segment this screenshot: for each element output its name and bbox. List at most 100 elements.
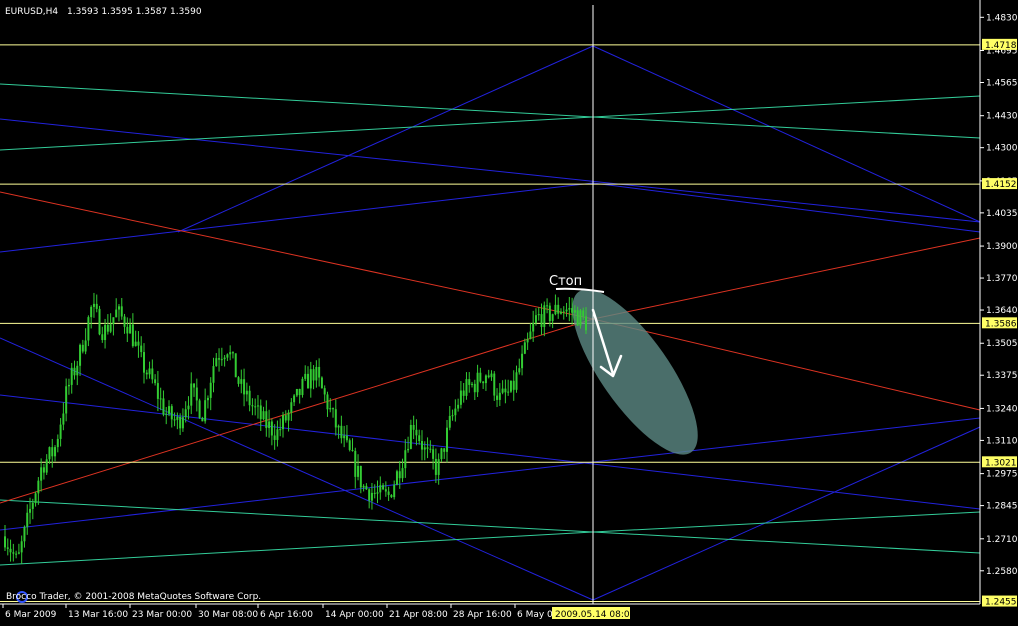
price-tick-label: 1.2710 bbox=[986, 535, 1018, 545]
candle-body bbox=[309, 369, 312, 389]
candle-body bbox=[293, 395, 296, 403]
candle-body bbox=[159, 398, 162, 400]
candle-body bbox=[473, 383, 476, 393]
price-chart[interactable]: 1.48301.46951.45651.44301.43001.41651.40… bbox=[0, 0, 1018, 622]
candle-body bbox=[482, 381, 485, 384]
candle-body bbox=[432, 449, 435, 459]
candle-body bbox=[106, 324, 109, 332]
candle-body bbox=[240, 379, 243, 384]
candle-body bbox=[334, 409, 337, 428]
candle-body bbox=[62, 413, 65, 425]
candle-body bbox=[446, 427, 449, 452]
candle-body bbox=[248, 390, 251, 406]
candle-body bbox=[168, 406, 171, 414]
candle-body bbox=[117, 306, 120, 310]
candle-body bbox=[215, 358, 218, 367]
price-tick-label: 1.2975 bbox=[986, 470, 1018, 480]
candle-body bbox=[348, 440, 351, 450]
price-level-label: 1.3586 bbox=[985, 319, 1017, 329]
candle-body bbox=[254, 406, 257, 408]
candle-body bbox=[154, 379, 157, 384]
candle-body bbox=[129, 324, 132, 334]
candle-body bbox=[351, 449, 354, 451]
candle-body bbox=[48, 447, 51, 460]
stop-label: Стоп bbox=[549, 274, 582, 289]
candle-body bbox=[259, 405, 262, 420]
price-tick-label: 1.3900 bbox=[986, 242, 1018, 252]
candle-body bbox=[23, 526, 26, 542]
candle-body bbox=[521, 353, 524, 369]
candle-body bbox=[234, 353, 237, 378]
price-tick-label: 1.3770 bbox=[986, 274, 1018, 284]
candle-body bbox=[256, 405, 259, 407]
candle-body bbox=[320, 377, 323, 389]
price-tick-label: 1.3110 bbox=[986, 436, 1018, 446]
candle-body bbox=[281, 415, 284, 430]
candle-body bbox=[537, 314, 540, 316]
candle-body bbox=[534, 315, 537, 323]
candle-body bbox=[212, 366, 215, 383]
candle-body bbox=[190, 383, 193, 406]
candle-body bbox=[79, 344, 82, 366]
candle-body bbox=[434, 458, 437, 475]
price-level-label: 1.4718 bbox=[985, 41, 1017, 51]
candle-body bbox=[98, 308, 101, 335]
candle-body bbox=[276, 429, 279, 440]
candle-body bbox=[301, 378, 304, 396]
candle-body bbox=[179, 416, 182, 429]
candle-body bbox=[368, 489, 371, 501]
candle-body bbox=[365, 485, 368, 490]
candle-body bbox=[115, 309, 118, 318]
chart-canvas[interactable]: 1.48301.46951.45651.44301.43001.41651.40… bbox=[0, 0, 1018, 622]
candle-body bbox=[571, 308, 574, 313]
candle-body bbox=[315, 366, 318, 381]
price-tick-label: 1.3375 bbox=[986, 371, 1018, 381]
candle-body bbox=[543, 305, 546, 327]
candle-body bbox=[423, 447, 426, 450]
candle-body bbox=[245, 390, 248, 395]
time-tick-label: 21 Apr 08:00 bbox=[389, 610, 448, 620]
candle-body bbox=[362, 485, 365, 488]
candle-body bbox=[343, 435, 346, 439]
candle-body bbox=[15, 553, 18, 555]
candle-body bbox=[145, 372, 148, 375]
candle-body bbox=[17, 552, 20, 554]
candle-body bbox=[515, 372, 518, 390]
candle-body bbox=[565, 309, 568, 312]
candle-body bbox=[12, 552, 15, 554]
candle-body bbox=[290, 402, 293, 413]
candle-body bbox=[345, 435, 348, 441]
candle-body bbox=[231, 352, 234, 354]
candle-body bbox=[120, 306, 123, 317]
candle-body bbox=[554, 304, 557, 315]
candle-body bbox=[42, 467, 45, 473]
candle-body bbox=[562, 311, 565, 313]
candle-body bbox=[195, 387, 198, 401]
symbol-name: EURUSD,H4 bbox=[5, 7, 58, 17]
candle-body bbox=[332, 408, 335, 410]
candle-body bbox=[379, 485, 382, 493]
candle-body bbox=[359, 465, 362, 488]
candle-body bbox=[67, 384, 70, 387]
candle-body bbox=[443, 448, 446, 452]
price-level-label: 1.4152 bbox=[985, 180, 1017, 190]
candle-body bbox=[251, 405, 254, 407]
candle-body bbox=[479, 372, 482, 382]
candle-body bbox=[576, 310, 579, 326]
candle-body bbox=[73, 367, 76, 376]
price-tick-label: 1.4830 bbox=[986, 13, 1018, 23]
candle-body bbox=[81, 344, 84, 352]
candle-body bbox=[54, 447, 57, 457]
candle-body bbox=[298, 388, 301, 396]
candle-body bbox=[395, 471, 398, 485]
candle-body bbox=[40, 467, 43, 481]
candle-body bbox=[20, 541, 23, 553]
price-tick-label: 1.4035 bbox=[986, 209, 1018, 219]
candle-body bbox=[226, 354, 229, 358]
candle-body bbox=[507, 391, 510, 393]
candle-body bbox=[26, 512, 29, 527]
candle-body bbox=[151, 368, 154, 380]
candle-body bbox=[51, 447, 54, 457]
time-tick-label: 28 Apr 16:00 bbox=[453, 610, 512, 620]
candle-body bbox=[76, 365, 79, 376]
